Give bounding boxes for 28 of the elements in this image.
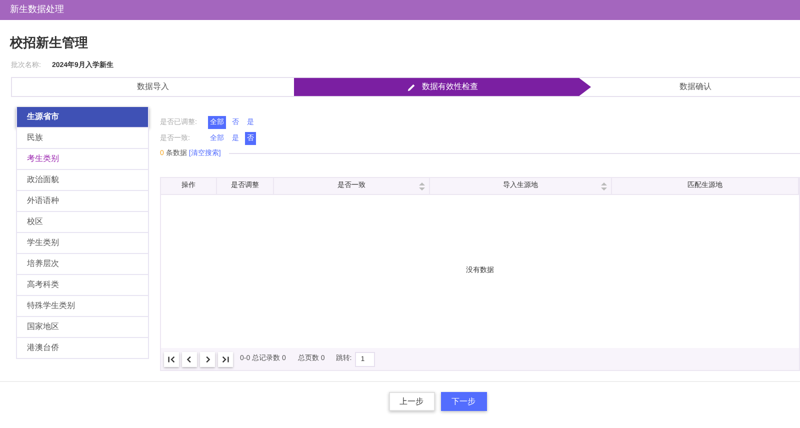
step-button[interactable]: 上一步	[388, 392, 434, 411]
previous-page-icon	[185, 354, 194, 364]
first-page-button[interactable]	[164, 352, 179, 366]
next-page-button[interactable]	[200, 352, 215, 366]
step-button[interactable]: 下一步	[440, 392, 486, 411]
sort-icon	[601, 182, 607, 191]
page-title: 校招新生管理	[10, 34, 88, 52]
sidebar-item[interactable]: 学生类别	[16, 233, 149, 254]
sidebar-item[interactable]: 特殊学生类别	[16, 296, 149, 317]
sidebar-item[interactable]: 外语语种	[16, 191, 149, 212]
last-page-button[interactable]	[218, 352, 233, 366]
sidebar-item[interactable]: 国家地区	[16, 317, 149, 338]
sidebar-item[interactable]: 政治面貌	[16, 170, 149, 191]
header-title: 新生数据处理	[10, 3, 64, 16]
sidebar-item[interactable]: 生源省市	[16, 107, 149, 128]
step-tab[interactable]: 数据有效性检查	[294, 78, 591, 96]
sort-icon	[419, 182, 425, 191]
sidebar-item[interactable]: 港澳台侨	[16, 338, 149, 359]
first-page-icon	[167, 354, 176, 364]
pencil-icon	[407, 82, 416, 92]
sidebar-item[interactable]: 考生类别	[16, 149, 149, 170]
previous-page-button[interactable]	[182, 352, 197, 366]
sidebar-item[interactable]: 高考科类	[16, 275, 149, 296]
sidebar-item[interactable]: 校区	[16, 212, 149, 233]
next-page-icon	[203, 354, 212, 364]
sidebar-item[interactable]: 民族	[16, 128, 149, 149]
sidebar-item[interactable]: 培养层次	[16, 254, 149, 275]
last-page-icon	[221, 354, 230, 364]
